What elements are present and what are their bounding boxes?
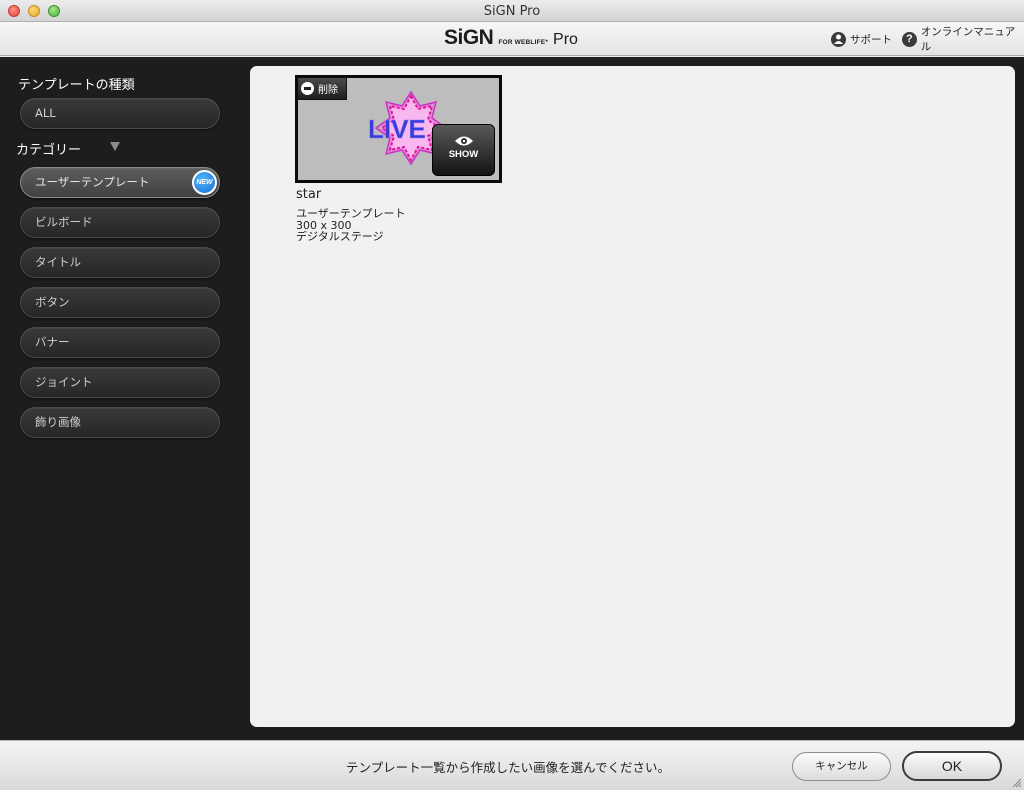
user-icon	[831, 31, 846, 47]
show-preview-button[interactable]: SHOW	[432, 124, 495, 176]
online-manual-link[interactable]: ? オンラインマニュアル	[902, 26, 1024, 53]
sidebar-item-label: ユーザーテンプレート	[35, 175, 150, 189]
logo-pro: Pro	[553, 31, 578, 48]
app-header: SiGN FOR WEBLIFE* Pro サポート ? オンラインマニュアル	[0, 22, 1024, 56]
delete-template-button[interactable]: 削除	[298, 78, 347, 100]
close-window-button[interactable]	[8, 5, 20, 17]
sidebar: テンプレートの種類 ALL カテゴリー ユーザーテンプレート NEW ビルボード…	[0, 57, 240, 740]
instruction-text: テンプレート一覧から作成したい画像を選んでください。	[346, 760, 671, 775]
minus-circle-icon	[301, 82, 314, 95]
eye-icon	[454, 136, 473, 146]
zoom-window-button[interactable]	[48, 5, 60, 17]
sidebar-item-button[interactable]: ボタン	[20, 287, 220, 318]
cancel-button[interactable]: キャンセル	[792, 752, 891, 781]
manual-label: オンラインマニュアル	[920, 26, 1016, 53]
show-label: SHOW	[448, 149, 479, 160]
template-name: star	[296, 187, 322, 202]
sidebar-item-all[interactable]: ALL	[20, 98, 220, 129]
delete-label: 削除	[318, 85, 338, 96]
sidebar-item-decoration[interactable]: 飾り画像	[20, 407, 220, 438]
support-label: サポート	[850, 33, 892, 46]
help-icon: ?	[902, 31, 917, 47]
support-link[interactable]: サポート	[831, 30, 892, 48]
ok-button[interactable]: OK	[902, 751, 1002, 781]
minimize-window-button[interactable]	[28, 5, 40, 17]
category-title: カテゴリー	[16, 143, 82, 158]
sidebar-item-label: ジョイント	[35, 375, 93, 389]
sidebar-item-label: ALL	[35, 106, 56, 120]
sidebar-item-label: バナー	[35, 335, 70, 349]
sidebar-item-joint[interactable]: ジョイント	[20, 367, 220, 398]
sidebar-item-label: ビルボード	[35, 215, 93, 229]
sidebar-item-label: ボタン	[35, 295, 70, 309]
sidebar-item-title[interactable]: タイトル	[20, 247, 220, 278]
sidebar-item-banner[interactable]: バナー	[20, 327, 220, 358]
template-types-title: テンプレートの種類	[18, 78, 135, 93]
logo-for: FOR WEBLIFE*	[498, 39, 549, 46]
title-bar: SiGN Pro	[0, 0, 1024, 22]
sidebar-item-user-templates[interactable]: ユーザーテンプレート NEW	[20, 167, 220, 198]
sidebar-item-label: タイトル	[35, 255, 81, 269]
category-collapse-toggle[interactable]	[110, 142, 120, 151]
resize-grip-icon[interactable]	[1012, 778, 1022, 788]
footer-bar: テンプレート一覧から作成したい画像を選んでください。 キャンセル OK	[0, 740, 1024, 790]
sidebar-item-billboard[interactable]: ビルボード	[20, 207, 220, 238]
template-stage: デジタルステージ	[296, 230, 384, 243]
sidebar-item-label: 飾り画像	[35, 415, 81, 429]
svg-text:LIVE: LIVE	[368, 114, 426, 144]
app-logo: SiGN FOR WEBLIFE* Pro	[444, 26, 578, 52]
template-thumbnail[interactable]: LIVE 削除 SHOW	[295, 75, 502, 183]
logo-main: SiGN	[444, 26, 494, 49]
new-badge: NEW	[192, 170, 217, 195]
window-title: SiGN Pro	[483, 4, 541, 19]
